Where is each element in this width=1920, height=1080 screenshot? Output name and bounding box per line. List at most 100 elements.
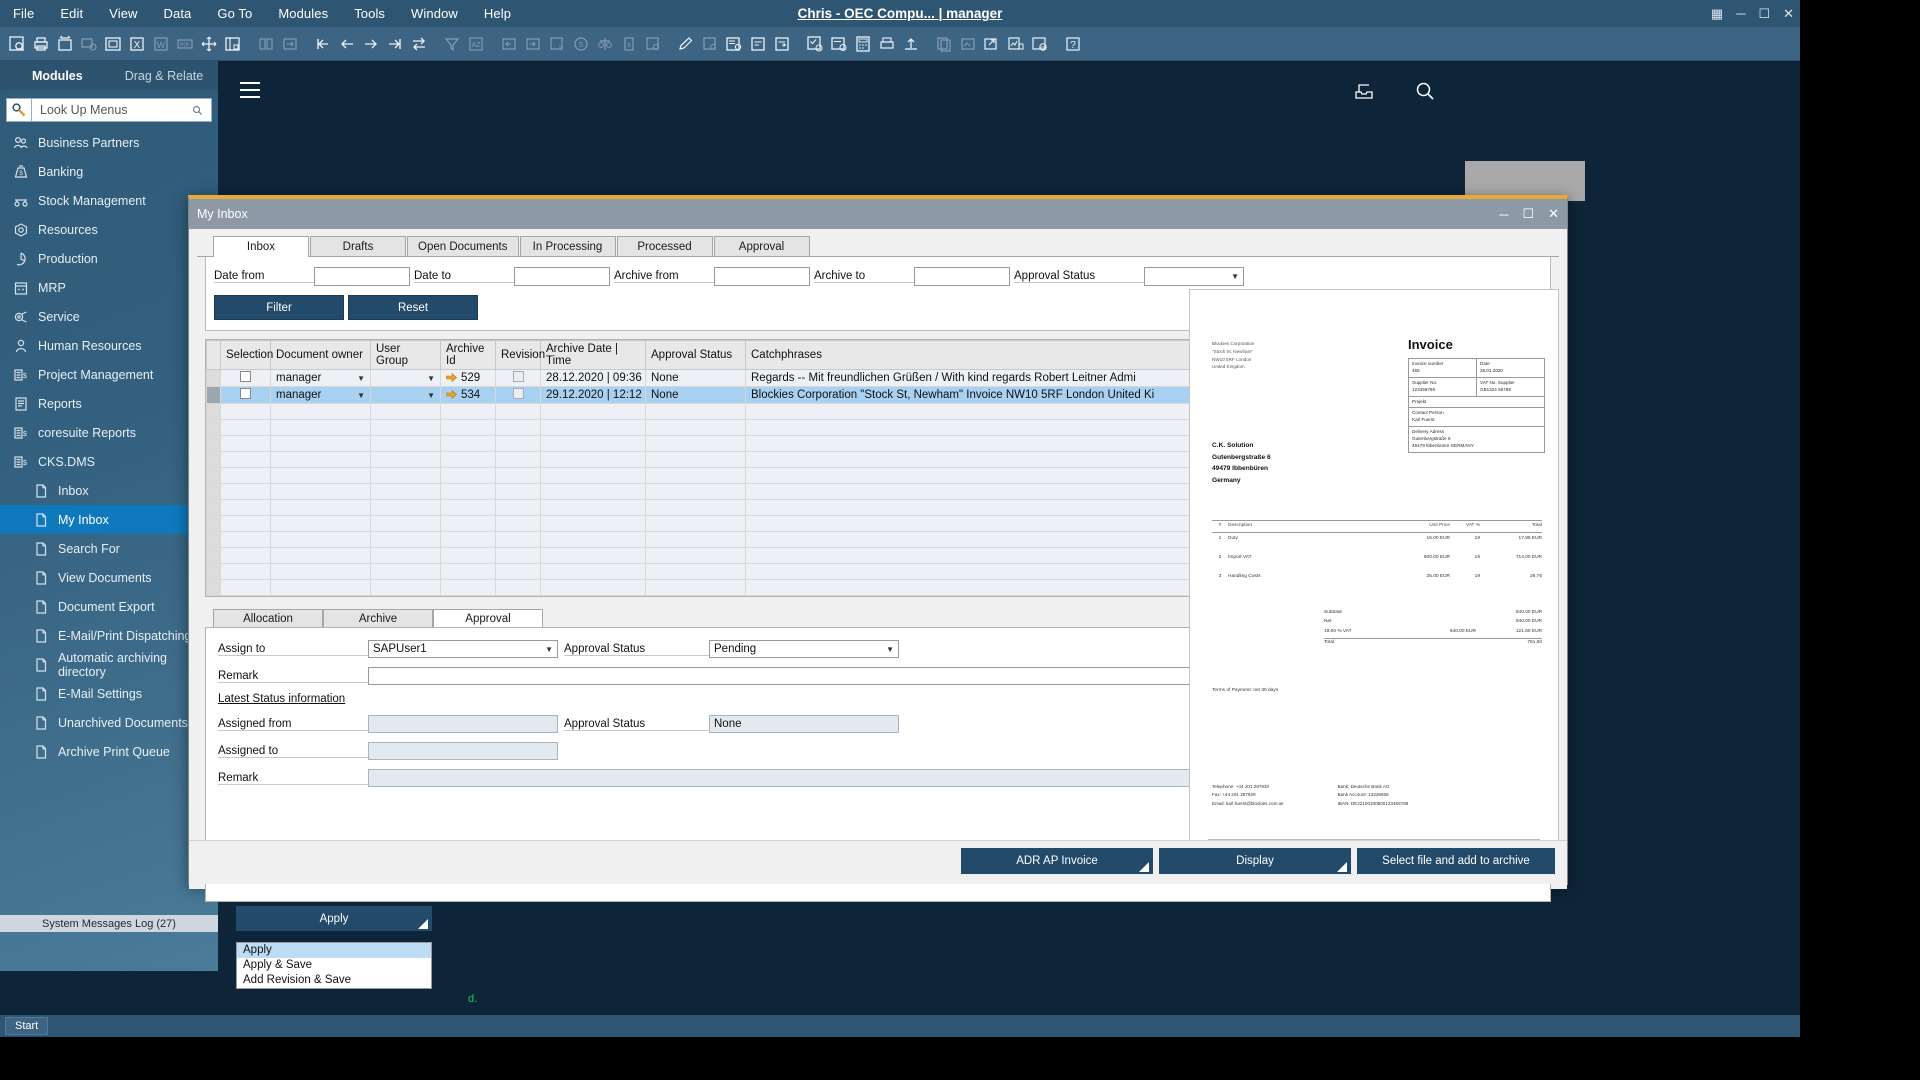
selection-checkbox-cell[interactable] [220, 386, 271, 404]
display-button[interactable]: Display [1159, 848, 1351, 874]
menu-item-goto[interactable]: Go To [204, 6, 265, 21]
row-handle[interactable] [206, 386, 221, 404]
grid-column-header[interactable]: Archive Id [440, 340, 496, 370]
start-button[interactable]: Start [5, 1017, 49, 1035]
document-list-icon[interactable] [747, 32, 769, 56]
web-document-icon[interactable] [1029, 32, 1051, 56]
menu-item-modules[interactable]: Modules [265, 6, 341, 21]
grid-icon[interactable]: ▦ [1711, 6, 1723, 22]
approval-status-select[interactable]: Pending ▼ [709, 640, 899, 658]
sidebar-item-my-inbox[interactable]: My Inbox [0, 505, 218, 534]
document-preview[interactable]: Blockies Corporation "Stock St, Newham" NW… [1189, 289, 1559, 859]
help-icon[interactable]: ? [1062, 32, 1084, 56]
row-handle[interactable] [206, 515, 221, 532]
dialog-titlebar[interactable]: My Inbox ─ ☐ ✕ [189, 199, 1567, 229]
reset-button[interactable]: Reset [348, 295, 478, 320]
info-document-icon[interactable] [828, 32, 850, 56]
magnifier-wrench-icon[interactable] [6, 98, 32, 122]
user-group-cell[interactable]: ▼ [370, 369, 441, 387]
row-handle[interactable] [206, 483, 221, 500]
tab-processed[interactable]: Processed [616, 236, 713, 256]
apply-button[interactable]: Apply [236, 906, 432, 931]
sidebar-item-automatic-archiving-directory[interactable]: Automatic archiving directory [0, 650, 218, 679]
date-from-input[interactable] [314, 267, 410, 286]
dialog-close-icon[interactable]: ✕ [1548, 206, 1559, 222]
tab-approval[interactable]: Approval [713, 236, 810, 256]
archive-id-cell[interactable]: 529 [440, 369, 496, 387]
sidebar-item-e-mail-settings[interactable]: E-Mail Settings [0, 679, 218, 708]
dialog-minimize-icon[interactable]: ─ [1499, 207, 1508, 222]
excel-export-icon[interactable]: X [126, 32, 148, 56]
document-arrow-icon[interactable] [771, 32, 793, 56]
minimize-icon[interactable]: ─ [1736, 6, 1745, 21]
archive-id-cell[interactable]: 534 [440, 386, 496, 404]
sidebar-item-e-mail-print-dispatching[interactable]: E-Mail/Print Dispatching [0, 621, 218, 650]
find-document-icon[interactable] [6, 32, 28, 56]
sidebar-item-search-for[interactable]: Search For [0, 534, 218, 563]
chart-document-icon[interactable] [1005, 32, 1027, 56]
user-group-cell[interactable]: ▼ [370, 386, 441, 404]
document-owner-cell[interactable]: manager ▼ [270, 386, 371, 404]
row-handle[interactable] [206, 451, 221, 468]
approval-status-filter-select[interactable]: ▼ [1144, 267, 1244, 286]
next-record-icon[interactable] [360, 32, 382, 56]
grid-column-header[interactable]: Revision [495, 340, 545, 370]
sidebar-item-document-export[interactable]: Document Export [0, 592, 218, 621]
row-handle[interactable] [206, 467, 221, 484]
row-handle[interactable] [206, 499, 221, 516]
maximize-icon[interactable]: ☐ [1758, 6, 1770, 22]
menu-item-add-revision-save[interactable]: Add Revision & Save [237, 973, 431, 988]
print-queue-icon[interactable] [876, 32, 898, 56]
tab-inbox[interactable]: Inbox [213, 236, 309, 257]
tab-in-processing[interactable]: In Processing [519, 236, 616, 256]
row-handle[interactable] [206, 579, 221, 596]
menu-item-apply[interactable]: Apply [237, 943, 431, 958]
row-handle[interactable] [206, 403, 221, 420]
row-handle[interactable] [206, 419, 221, 436]
grid-column-header[interactable]: Selection [220, 340, 273, 370]
tab-drag-relate[interactable]: Drag & Relate [125, 69, 204, 83]
sidebar-item-stock-management[interactable]: Stock Management [0, 186, 218, 215]
grid-column-header[interactable]: User Group [370, 340, 441, 370]
dialog-maximize-icon[interactable]: ☐ [1522, 206, 1534, 222]
sidebar-item-mrp[interactable]: MRP [0, 273, 218, 302]
menu-item-file[interactable]: File [0, 6, 47, 21]
selection-checkbox[interactable] [240, 388, 251, 399]
sidebar-item-human-resources[interactable]: Human Resources [0, 331, 218, 360]
row-handle[interactable] [206, 547, 221, 564]
archive-from-input[interactable] [714, 267, 810, 286]
sidebar-item-coresuite-reports[interactable]: $ coresuite Reports [0, 418, 218, 447]
share-document-icon[interactable] [981, 32, 1003, 56]
revision-cell[interactable] [495, 369, 541, 387]
menu-item-edit[interactable]: Edit [47, 6, 96, 21]
archive-to-input[interactable] [914, 267, 1010, 286]
sidebar-item-banking[interactable]: $ Banking [0, 157, 218, 186]
upload-icon[interactable] [900, 32, 922, 56]
grid-column-header[interactable]: Document owner [270, 340, 371, 370]
edit-pencil-icon[interactable] [675, 32, 697, 56]
export-icon[interactable] [102, 32, 124, 56]
sidebar-item-resources[interactable]: Resources [0, 215, 218, 244]
menu-item-tools[interactable]: Tools [341, 6, 398, 21]
previous-record-icon[interactable] [336, 32, 358, 56]
sidebar-item-unarchived-documents[interactable]: Unarchived Documents [0, 708, 218, 737]
date-to-input[interactable] [514, 267, 610, 286]
detail-tab-approval[interactable]: Approval [433, 609, 543, 628]
sidebar-item-reports[interactable]: Reports [0, 389, 218, 418]
menu-item-view[interactable]: View [96, 6, 150, 21]
selection-checkbox[interactable] [240, 371, 251, 382]
detail-tab-archive[interactable]: Archive [323, 609, 433, 627]
row-handle[interactable] [206, 563, 221, 580]
hamburger-menu-icon[interactable] [240, 82, 260, 103]
checked-document-icon[interactable] [804, 32, 826, 56]
adr-ap-invoice-button[interactable]: ADR AP Invoice [961, 848, 1153, 874]
sidebar-item-business-partners[interactable]: Business Partners [0, 128, 218, 157]
sidebar-item-cks-dms[interactable]: $ CKS.DMS [0, 447, 218, 476]
document-owner-cell[interactable]: manager ▼ [270, 369, 371, 387]
print-icon[interactable] [30, 32, 52, 56]
inbox-tray-icon[interactable] [1353, 80, 1375, 107]
sidebar-item-view-documents[interactable]: View Documents [0, 563, 218, 592]
calculator-icon[interactable] [852, 32, 874, 56]
revision-cell[interactable] [495, 386, 541, 404]
grid-column-header[interactable]: Archive Date | Time [540, 340, 646, 370]
